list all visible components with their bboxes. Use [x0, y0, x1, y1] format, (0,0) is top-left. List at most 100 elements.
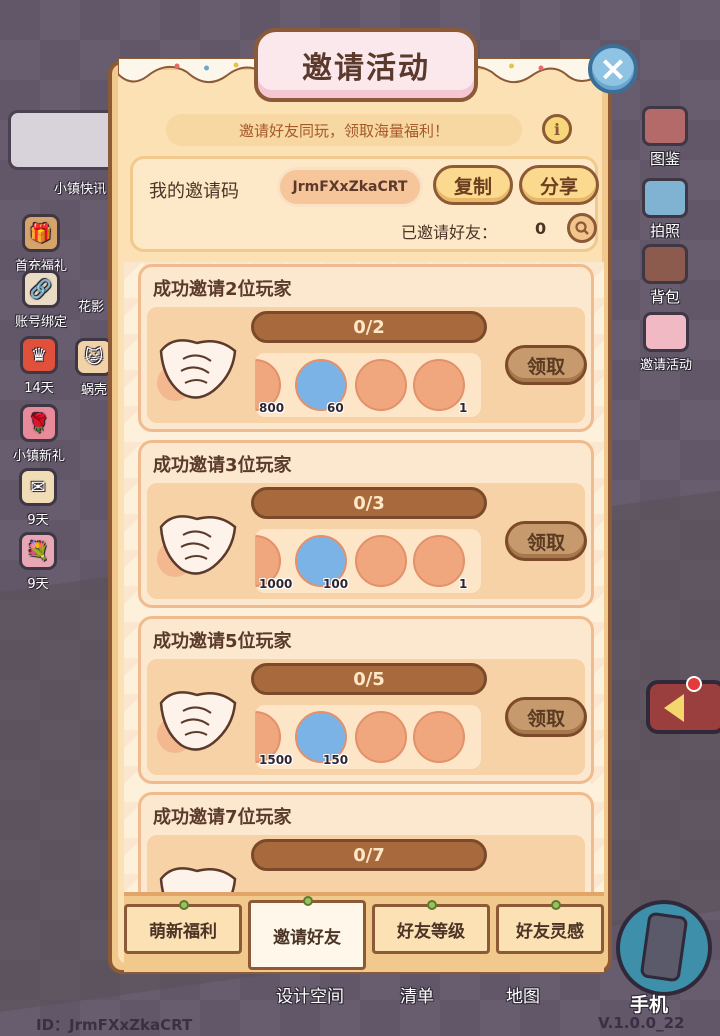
tab-bar: 萌新福利 邀请好友 好友等级 好友灵感	[124, 892, 604, 972]
player-id: ID：JrmFXxZkaCRT	[36, 1016, 193, 1034]
reward-qty: 1000	[259, 577, 293, 591]
invite-banner: 邀请好友同玩，领取海量福利！	[166, 114, 522, 146]
tab-newbie-welfare[interactable]: 萌新福利	[124, 900, 242, 954]
right-item-camera[interactable]: 拍照	[630, 178, 700, 241]
gift-box-icon: 🎁	[22, 214, 60, 252]
card-title: 成功邀请5位玩家	[153, 631, 292, 652]
version-text: V.1.0.0_22	[598, 1014, 685, 1032]
pin-icon	[551, 900, 561, 910]
left-item-label: 9天	[27, 513, 49, 528]
handshake-icon	[157, 339, 237, 401]
invite-code-value: JrmFXxZkaCRT	[277, 167, 423, 207]
left-item-label: 小镇新礼	[12, 449, 65, 464]
coin-icon: 1500	[255, 711, 292, 767]
card-title: 成功邀请2位玩家	[153, 279, 292, 300]
claim-button[interactable]: 领取	[505, 345, 587, 385]
invite-modal: 邀请活动 邀请好友同玩，领取海量福利！ i 我的邀请码 JrmFXxZkaCRT…	[108, 28, 638, 974]
invite-code-label: 我的邀请码	[149, 181, 239, 202]
left-item-letter[interactable]: ✉ 9天	[10, 468, 66, 528]
progress-bar: 0/5	[251, 663, 487, 695]
card-title: 成功邀请3位玩家	[153, 455, 292, 476]
tab-invite-friends[interactable]: 邀请好友	[248, 896, 366, 970]
nav-design-space[interactable]: 设计空间	[276, 982, 344, 1007]
handshake-icon	[157, 515, 237, 577]
left-item-first-charge[interactable]: 🎁 首充福礼	[6, 214, 76, 274]
right-item-label: 邀请活动	[639, 358, 692, 373]
search-icon[interactable]	[567, 213, 597, 243]
tab-label: 好友灵感	[516, 921, 584, 942]
info-icon[interactable]: i	[542, 114, 572, 144]
nav-list[interactable]: 清单	[400, 982, 434, 1007]
tab-label: 邀请好友	[273, 927, 341, 948]
notification-dot	[686, 676, 702, 692]
reward-qty: 800	[259, 401, 285, 415]
bench-icon	[355, 711, 407, 763]
reward-qty: 60	[327, 401, 344, 415]
coin-icon: 800	[255, 359, 284, 415]
phone-label: 手机	[630, 994, 669, 1016]
left-item-flower[interactable]: 花影	[78, 296, 104, 315]
left-item-crown[interactable]: ♛ 14天	[8, 336, 70, 396]
copy-button[interactable]: 复制	[433, 165, 513, 205]
right-item-backpack[interactable]: 背包	[630, 244, 700, 307]
reward-items: 1000 100 1	[255, 529, 481, 593]
blueprint-icon: 1	[413, 359, 467, 415]
pin-icon	[303, 896, 313, 906]
handshake-icon	[157, 691, 237, 753]
invite-letter-icon	[643, 312, 689, 352]
right-item-invite[interactable]: 邀请活动	[626, 312, 706, 373]
left-item-label: 花影	[78, 300, 105, 315]
crown-icon: ♛	[20, 336, 58, 374]
reward-card: 成功邀请5位玩家 0/5 1500 150 领取	[138, 616, 594, 784]
news-panel[interactable]	[8, 110, 118, 170]
reward-qty: 100	[323, 577, 349, 591]
reward-qty: 1500	[259, 753, 293, 767]
reward-qty: 150	[323, 753, 349, 767]
left-item-bouquet[interactable]: 💐 9天	[10, 532, 66, 592]
progress-bar: 0/7	[251, 839, 487, 871]
card-body: 0/2 800 60 1 领取	[147, 307, 587, 423]
right-item-label: 背包	[649, 288, 680, 306]
tab-label: 好友等级	[397, 921, 465, 942]
reward-items: 1500 150	[255, 705, 481, 769]
modal-title: 邀请活动	[302, 51, 430, 86]
tab-friend-inspiration[interactable]: 好友灵感	[496, 900, 604, 954]
right-item-label: 拍照	[649, 222, 680, 240]
invited-friends-count: 0	[535, 219, 547, 238]
coin-icon: 1000	[255, 535, 292, 591]
arrow-left-icon	[664, 694, 684, 722]
tab-label: 萌新福利	[149, 921, 217, 942]
claim-button[interactable]: 领取	[505, 697, 587, 737]
card-body: 0/7	[147, 835, 585, 892]
left-item-town-gift[interactable]: 🌹 小镇新礼	[4, 404, 74, 464]
desk-icon	[355, 359, 407, 411]
modal-inner: 邀请活动 邀请好友同玩，领取海量福利！ i 我的邀请码 JrmFXxZkaCRT…	[118, 28, 604, 972]
wooden-table-icon	[413, 711, 465, 763]
blueprint-icon: 1	[413, 535, 467, 591]
phone-button[interactable]: 手机	[612, 896, 712, 1016]
swirl-gem-icon: 100	[295, 535, 348, 591]
reward-card: 成功邀请7位玩家 0/7	[138, 792, 594, 892]
tab-friend-level[interactable]: 好友等级	[372, 900, 490, 954]
pin-icon	[179, 900, 189, 910]
reward-list[interactable]: 成功邀请2位玩家 0/2 800 60 1 领取 成功邀请3位玩家 0/3 10…	[124, 262, 604, 892]
card-body: 0/3 1000 100 1 领取	[147, 483, 587, 599]
left-item-label: 蜗壳	[80, 383, 107, 398]
right-item-collection[interactable]: 图鉴	[630, 106, 700, 169]
left-item-label: 14天	[24, 381, 54, 396]
left-item-label: 小镇快讯	[54, 182, 107, 197]
card-body: 0/5 1500 150 领取	[147, 659, 587, 775]
reward-card: 成功邀请3位玩家 0/3 1000 100 1 领取	[138, 440, 594, 608]
camera-icon	[642, 178, 688, 218]
modal-title-ribbon: 邀请活动	[254, 28, 478, 102]
share-button[interactable]: 分享	[519, 165, 599, 205]
left-item-news[interactable]: 小镇快讯	[54, 178, 106, 197]
reward-items: 800 60 1	[255, 353, 481, 417]
expand-arrow-button[interactable]	[646, 680, 720, 734]
left-item-account-bind[interactable]: 🔗 账号绑定	[6, 270, 76, 330]
close-button[interactable]: ×	[588, 44, 638, 94]
nav-map[interactable]: 地图	[506, 982, 540, 1007]
rose-icon: 🌹	[20, 404, 58, 442]
claim-button[interactable]: 领取	[505, 521, 587, 561]
link-icon: 🔗	[22, 270, 60, 308]
